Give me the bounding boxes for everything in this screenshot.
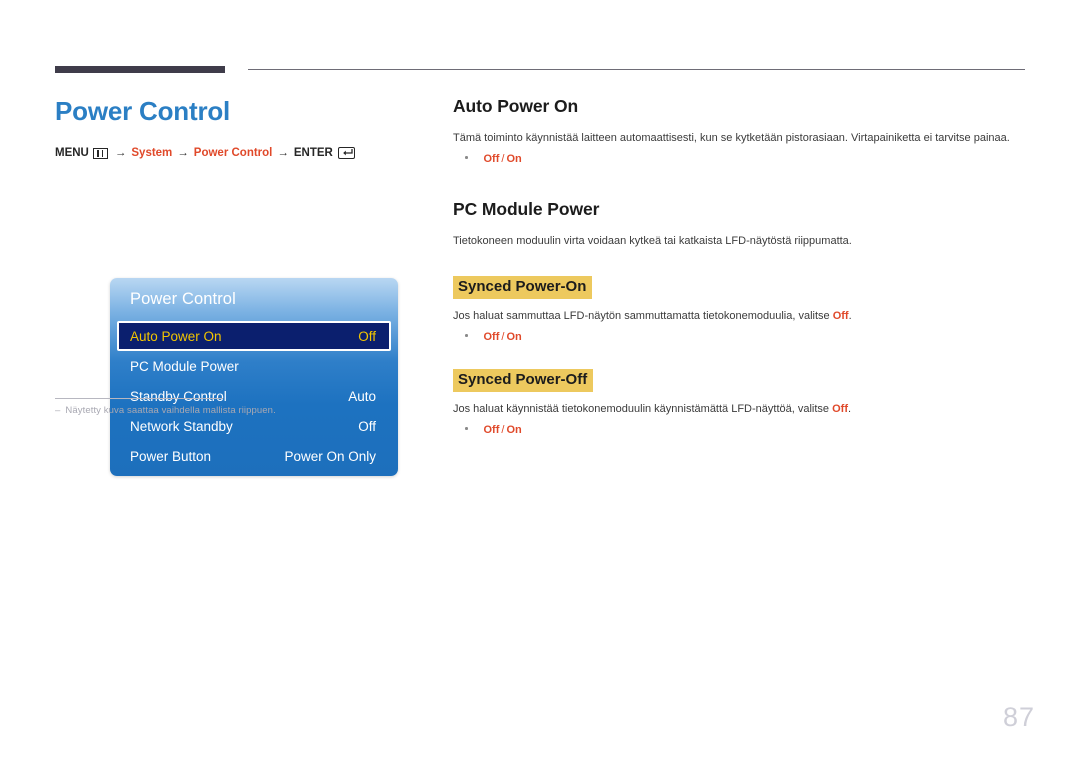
footnote-text: Näytetty kuva saattaa vaihdella mallista… bbox=[65, 405, 276, 416]
page-title: Power Control bbox=[55, 96, 231, 126]
synced-power-on-options: Off / On bbox=[453, 331, 1028, 343]
section-heading-auto-power-on: Auto Power On bbox=[453, 96, 579, 116]
osd-row-value: Auto bbox=[348, 388, 376, 404]
right-column: Auto Power On Tämä toiminto käynnistää l… bbox=[453, 96, 1028, 436]
osd-row-power-button[interactable]: Power Button Power On Only bbox=[110, 441, 398, 471]
subsection-heading-synced-power-on: Synced Power-On bbox=[453, 275, 593, 299]
option-on: On bbox=[506, 423, 522, 436]
synced-power-on-body-before: Jos haluat sammuttaa LFD-näytön sammutta… bbox=[453, 309, 833, 322]
bullet-dot-icon bbox=[465, 334, 468, 337]
auto-power-on-body: Tämä toiminto käynnistää laitteen automa… bbox=[453, 132, 1010, 144]
menu-grid-icon bbox=[92, 147, 108, 159]
enter-key-icon bbox=[337, 147, 355, 160]
breadcrumb-arrow-2: → bbox=[177, 147, 189, 160]
osd-title: Power Control bbox=[130, 290, 236, 308]
osd-menu-screenshot: Power Control Auto Power On Off PC Modul… bbox=[110, 278, 398, 476]
bullet-dot-icon bbox=[465, 427, 468, 430]
option-separator: / bbox=[501, 330, 505, 343]
osd-row-auto-power-on[interactable]: Auto Power On Off bbox=[117, 321, 391, 351]
section-heading-pc-module-power: PC Module Power bbox=[453, 198, 600, 219]
osd-menu-list: Auto Power On Off PC Module Power Standb… bbox=[110, 321, 398, 471]
option-off: Off bbox=[483, 152, 500, 165]
option-on: On bbox=[506, 152, 522, 165]
header-rule-thick bbox=[55, 66, 225, 73]
synced-power-off-body-after: . bbox=[848, 402, 852, 415]
footnote: – Näytetty kuva saattaa vaihdella mallist… bbox=[55, 405, 276, 416]
auto-power-on-options: Off / On bbox=[453, 153, 1028, 165]
option-off: Off bbox=[483, 330, 500, 343]
synced-power-on-body-after: . bbox=[848, 309, 852, 322]
synced-power-off-body: Jos haluat käynnistää tietokonemoduulin … bbox=[453, 402, 1028, 418]
page-number: 87 bbox=[1002, 702, 1035, 732]
option-separator: / bbox=[501, 423, 505, 436]
synced-power-off-options: Off / On bbox=[453, 424, 1028, 436]
osd-row-value: Off bbox=[358, 418, 376, 434]
synced-power-on-body-emphasis: Off bbox=[832, 309, 849, 322]
footnote-rule bbox=[55, 398, 223, 399]
osd-row-label: Power Button bbox=[130, 448, 212, 464]
option-separator: / bbox=[501, 152, 505, 165]
breadcrumb-menu-label: MENU bbox=[55, 147, 89, 160]
option-on: On bbox=[506, 330, 522, 343]
osd-row-value: Off bbox=[358, 328, 376, 344]
osd-row-label: PC Module Power bbox=[130, 358, 239, 374]
breadcrumb-arrow-1: → bbox=[114, 147, 127, 160]
breadcrumb-step-system: System bbox=[131, 147, 173, 160]
synced-power-on-body: Jos haluat sammuttaa LFD-näytön sammutta… bbox=[453, 309, 1028, 325]
breadcrumb-enter-label: ENTER bbox=[293, 147, 333, 160]
left-column: Power Control MENU → System → Power Cont… bbox=[55, 96, 415, 476]
breadcrumb-step-power-control: Power Control bbox=[193, 147, 273, 160]
osd-row-label: Auto Power On bbox=[130, 328, 222, 344]
osd-row-value: Power On Only bbox=[284, 448, 376, 464]
synced-power-off-body-before: Jos haluat käynnistää tietokonemoduulin … bbox=[453, 402, 833, 415]
bullet-dot-icon bbox=[465, 156, 468, 159]
footnote-dash: – bbox=[55, 405, 61, 416]
option-off: Off bbox=[483, 423, 500, 436]
osd-row-pc-module-power[interactable]: PC Module Power bbox=[110, 351, 398, 381]
breadcrumb-arrow-3: → bbox=[277, 147, 289, 160]
osd-row-label: Network Standby bbox=[130, 418, 233, 434]
header-rule-thin bbox=[248, 69, 1025, 70]
synced-power-off-body-emphasis: Off bbox=[832, 402, 848, 415]
osd-row-label: Standby Control bbox=[130, 388, 227, 404]
subsection-heading-synced-power-off: Synced Power-Off bbox=[453, 368, 594, 392]
pc-module-power-body: Tietokoneen moduulin virta voidaan kytke… bbox=[453, 234, 852, 247]
breadcrumb: MENU → System → Power Control → ENTER bbox=[55, 147, 415, 160]
